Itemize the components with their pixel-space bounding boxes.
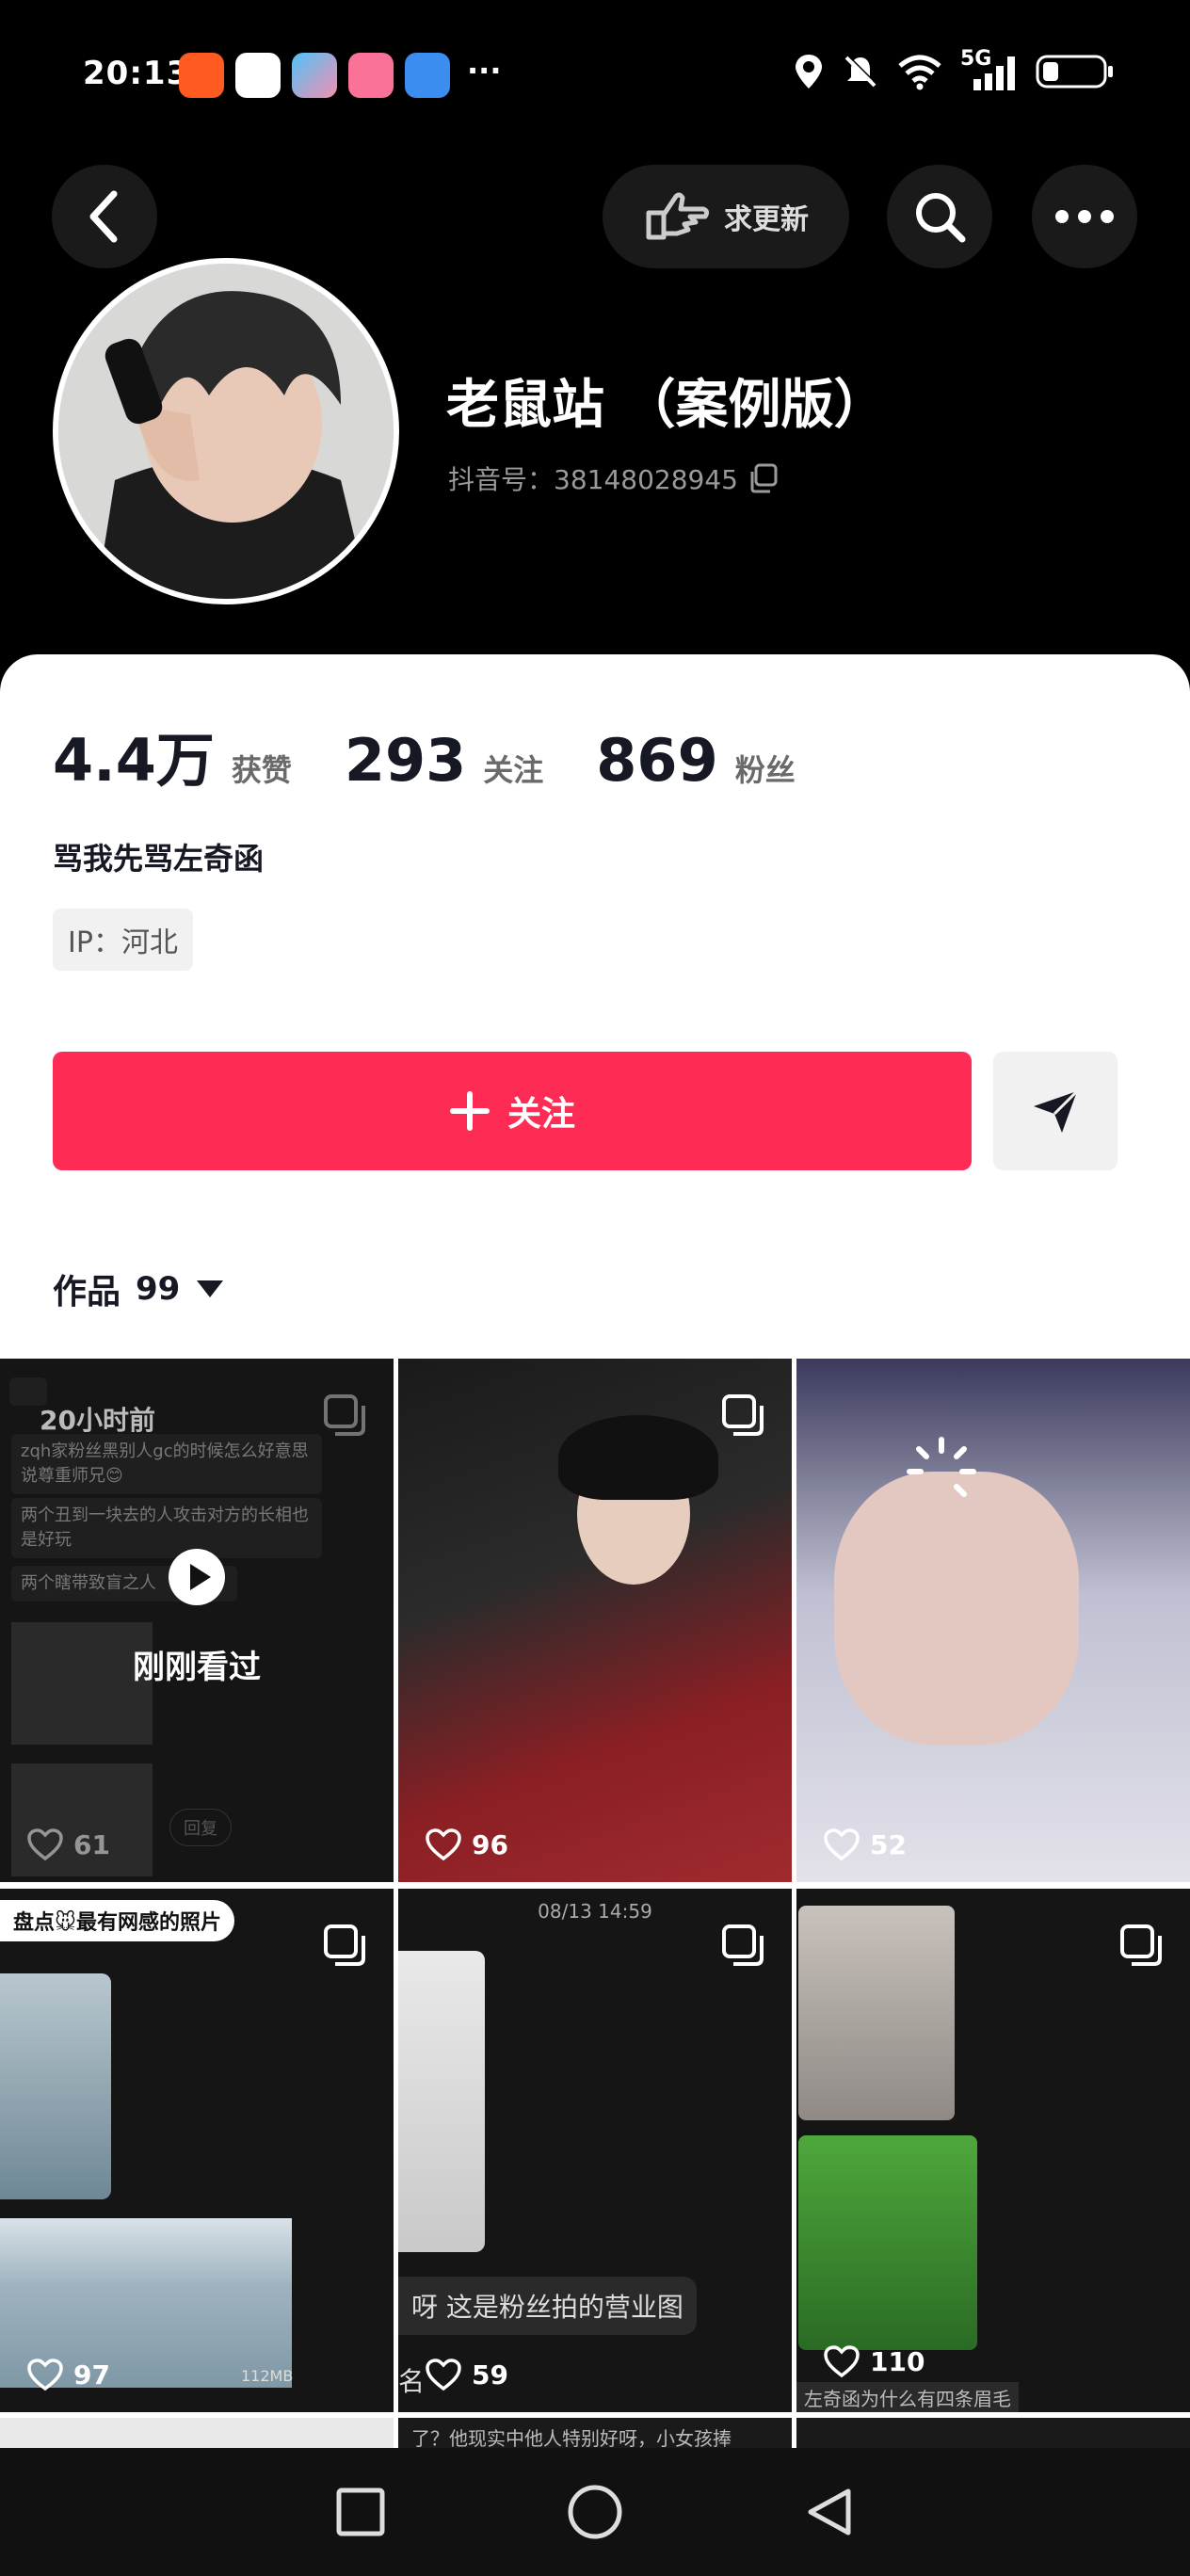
video-tile[interactable]: 08/13 14:59 呀 这是粉丝拍的营业图 名 59 bbox=[398, 1889, 792, 2412]
game-icon bbox=[292, 53, 337, 98]
reply-label: 回复 bbox=[169, 1809, 232, 1846]
status-indicators: 5G bbox=[793, 47, 1115, 90]
back-nav-icon[interactable] bbox=[803, 2486, 856, 2538]
search-icon bbox=[916, 193, 966, 243]
system-nav-bar bbox=[0, 2448, 1190, 2576]
ip-tag: IP：河北 bbox=[53, 909, 193, 971]
heart-icon bbox=[824, 1828, 860, 1861]
works-label: 作品 bbox=[53, 1273, 121, 1312]
like-count: 52 bbox=[823, 1827, 907, 1861]
copy-icon[interactable] bbox=[748, 462, 780, 494]
works-count: 99 bbox=[136, 1270, 181, 1308]
dropdown-arrow-icon bbox=[197, 1280, 224, 1297]
video-tile[interactable]: 52 bbox=[796, 1359, 1190, 1882]
douyin-id-text: 抖音号：38148028945 bbox=[448, 464, 738, 495]
profile-name: 老鼠站 （案例版） bbox=[446, 375, 887, 436]
follow-label: 关注 bbox=[507, 1095, 575, 1134]
search-button[interactable] bbox=[887, 165, 992, 268]
request-update-label: 求更新 bbox=[724, 203, 809, 236]
video-tile[interactable]: 盘点🐭最有网感的照片 112MB 97 bbox=[0, 1889, 394, 2412]
battery-icon bbox=[1036, 55, 1113, 89]
pointing-hand-icon bbox=[646, 192, 710, 240]
bilibili-icon bbox=[348, 53, 394, 98]
video-tile[interactable]: 96 bbox=[398, 1359, 792, 1882]
back-arrow-icon bbox=[89, 190, 118, 243]
signal-5g: 5G bbox=[960, 47, 1019, 90]
multi-image-icon bbox=[324, 1924, 365, 1966]
video-tile[interactable]: 左奇函为什么有四条眉毛 110 bbox=[796, 1889, 1190, 2412]
signal-icon bbox=[973, 56, 1015, 90]
heart-icon bbox=[426, 2359, 461, 2391]
multi-image-icon bbox=[722, 1394, 764, 1436]
heart-icon bbox=[426, 1828, 461, 1861]
heart-icon bbox=[27, 1828, 63, 1861]
following-label[interactable]: 关注 bbox=[483, 747, 543, 790]
back-button[interactable] bbox=[52, 165, 157, 268]
app-notification-icon bbox=[179, 53, 224, 98]
send-icon bbox=[1034, 1089, 1079, 1133]
watched-label: 刚刚看过 bbox=[133, 1649, 261, 1686]
likes-count: 4.4万 bbox=[53, 726, 215, 795]
multi-image-icon bbox=[1120, 1924, 1162, 1966]
caption-fragment: 名 bbox=[398, 2366, 426, 2397]
mute-icon bbox=[844, 55, 877, 88]
weather-icon bbox=[405, 53, 450, 98]
status-time: 20:13 bbox=[83, 55, 190, 92]
thumb-photo-1 bbox=[0, 1973, 111, 2199]
thumb-photo bbox=[398, 1951, 485, 2252]
like-count: 97 bbox=[26, 2358, 110, 2391]
like-count: 61 bbox=[26, 1827, 110, 1861]
play-icon[interactable] bbox=[167, 1547, 227, 1607]
douyin-id: 抖音号：38148028945 bbox=[448, 459, 780, 497]
multi-image-icon bbox=[324, 1394, 365, 1436]
more-options-button[interactable] bbox=[1032, 165, 1137, 268]
more-dots-icon bbox=[1055, 210, 1114, 223]
thumb-hair bbox=[558, 1415, 718, 1500]
followers-label[interactable]: 粉丝 bbox=[735, 747, 796, 790]
status-app-icons bbox=[179, 53, 450, 98]
status-more-icon: ··· bbox=[467, 53, 502, 89]
like-count: 59 bbox=[425, 2358, 508, 2391]
heart-icon bbox=[824, 2345, 860, 2378]
heart-icon bbox=[27, 2359, 63, 2391]
video-grid: 20小时前 zqh家粉丝黑别人gc的时候怎么好意思说尊重师兄😊 两个丑到一块去的… bbox=[0, 1359, 1190, 2451]
follow-button[interactable]: 关注 bbox=[53, 1052, 972, 1170]
wifi-icon bbox=[898, 55, 941, 90]
file-size: 112MB bbox=[241, 2367, 294, 2385]
works-tab[interactable]: 作品 99 bbox=[53, 1264, 225, 1313]
loading-spinner-icon bbox=[907, 1437, 976, 1497]
multi-image-icon bbox=[722, 1924, 764, 1966]
bio: 骂我先骂左奇函 bbox=[53, 841, 265, 877]
followers-count[interactable]: 869 bbox=[596, 726, 717, 795]
video-tile[interactable]: 20小时前 zqh家粉丝黑别人gc的时候怎么好意思说尊重师兄😊 两个丑到一块去的… bbox=[0, 1359, 394, 1882]
thumb-photo-1 bbox=[798, 1906, 955, 2120]
comment-1: zqh家粉丝黑别人gc的时候怎么好意思说尊重师兄😊 bbox=[11, 1434, 322, 1494]
following-count[interactable]: 293 bbox=[345, 726, 466, 795]
profile-stats: 4.4万 获赞 293 关注 869 粉丝 bbox=[53, 713, 848, 797]
caption-bubble: 左奇函为什么有四条眉毛 bbox=[796, 2382, 1019, 2412]
time-ago: 20小时前 bbox=[40, 1405, 155, 1436]
caption-bubble: 呀 这是粉丝拍的营业图 bbox=[398, 2277, 697, 2335]
like-count: 110 bbox=[823, 2344, 925, 2378]
request-update-button[interactable]: 求更新 bbox=[603, 165, 849, 268]
message-button[interactable] bbox=[993, 1052, 1118, 1170]
profile-panel: 4.4万 获赞 293 关注 869 粉丝 骂我先骂左奇函 IP：河北 关注 作… bbox=[0, 654, 1190, 1360]
avatar[interactable] bbox=[53, 258, 399, 604]
recents-icon[interactable] bbox=[334, 2486, 387, 2538]
home-icon[interactable] bbox=[566, 2483, 624, 2541]
banner: 盘点🐭最有网感的照片 bbox=[0, 1900, 234, 1941]
status-bar: 20:13 ··· 5G bbox=[0, 0, 1190, 132]
location-icon bbox=[796, 55, 822, 89]
like-count: 96 bbox=[425, 1827, 508, 1861]
plus-icon bbox=[449, 1091, 490, 1131]
avatar-photo bbox=[58, 264, 394, 599]
thumb-face bbox=[834, 1472, 1079, 1745]
likes-label: 获赞 bbox=[231, 752, 292, 788]
thumb-photo-2 bbox=[798, 2135, 977, 2350]
qq-icon bbox=[235, 53, 281, 98]
peek-caption: 了？他现实中他人特别好呀，小女孩捧 bbox=[411, 2427, 732, 2450]
timestamp: 08/13 14:59 bbox=[538, 1900, 652, 1923]
